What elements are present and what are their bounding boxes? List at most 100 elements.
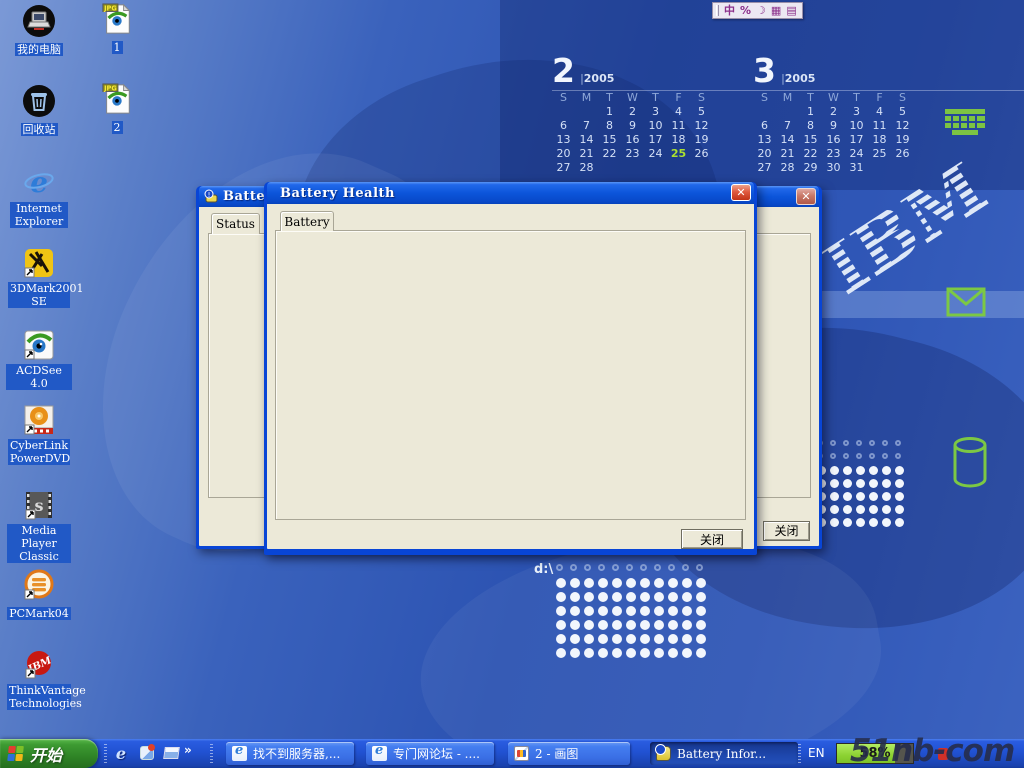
wallpaper-dot [584, 592, 594, 602]
taskbar-button-label: 找不到服务器,... [253, 745, 340, 762]
calendar-day: 21 [575, 146, 598, 160]
wallpaper-dot [654, 634, 664, 644]
calendar-day: 17 [845, 132, 868, 146]
ime-width-icon[interactable]: % [740, 3, 751, 18]
wallpaper-dot [895, 492, 904, 501]
calendar-day: 20 [753, 146, 776, 160]
quicklaunch-chevron-icon[interactable]: » [184, 743, 192, 757]
desktop-icon-label: CyberLink PowerDVD [8, 439, 70, 465]
desktop-icon-powerdvd[interactable]: CyberLink PowerDVD [6, 403, 72, 466]
desktop-icon-thinkvantage[interactable]: IBM ThinkVantage Technologies [6, 648, 72, 711]
calendar-year: 2005 [584, 72, 615, 85]
calendar-day: 23 [621, 146, 644, 160]
wallpaper-dot [598, 634, 608, 644]
calendar-day: 2 [822, 104, 845, 118]
battery-icon [656, 746, 671, 761]
ie-shortcut-icon[interactable] [138, 744, 156, 762]
svg-text:JPG: JPG [103, 85, 117, 93]
wallpaper-dot [668, 620, 678, 630]
language-indicator[interactable]: EN [808, 746, 825, 760]
start-button[interactable]: 开始 [0, 739, 98, 768]
close-icon[interactable]: ✕ [731, 184, 751, 201]
battery-health-titlebar[interactable]: Battery Health ✕ [267, 182, 754, 204]
desktop-file-1[interactable]: JPG 1 [94, 2, 140, 55]
wallpaper-dot [668, 578, 678, 588]
close-button[interactable]: 关闭 [763, 521, 810, 541]
calendar-day: 9 [621, 118, 644, 132]
powerdvd-icon [22, 403, 56, 437]
calendar-day: 18 [868, 132, 891, 146]
desktop-icon-3dmark2001[interactable]: 3DMark2001 SE [6, 246, 72, 309]
tab-status[interactable]: Status [211, 213, 260, 234]
wallpaper-dot [895, 518, 904, 527]
wallpaper-dot [882, 505, 891, 514]
wallpaper-dot [626, 578, 636, 588]
calendar-day [776, 104, 799, 118]
calendar-grid: SMTWTFS123456789101112131415161718192021… [753, 90, 925, 174]
wallpaper-dot [682, 564, 689, 571]
taskbar-button-1[interactable]: 找不到服务器,... [226, 742, 354, 765]
tab-battery[interactable]: Battery [280, 211, 334, 231]
desktop-icon-my-computer[interactable]: 我的电脑 [6, 4, 72, 57]
ime-chinese-mode-icon[interactable]: 中 [724, 3, 735, 18]
calendar-grid: SMTWTFS123456789101112131415161718192021… [552, 90, 724, 174]
calendar-day: 23 [822, 146, 845, 160]
desktop-icon-pcmark04[interactable]: PCMark04 [6, 568, 72, 621]
ime-punctuation-icon[interactable]: ☽ [756, 3, 766, 18]
my-computer-icon [22, 4, 56, 38]
wallpaper-dot [882, 440, 888, 446]
calendar-weekday: T [644, 90, 667, 104]
taskbar-button-3[interactable]: 2 - 画图 [508, 742, 630, 765]
desktop-icon-internet-explorer[interactable]: e Internet Explorer [6, 166, 72, 229]
ie-quicklaunch-icon[interactable]: e [112, 744, 130, 762]
wallpaper-dot [556, 634, 566, 644]
wallpaper-dot [830, 492, 839, 501]
wallpaper-dot [598, 648, 608, 658]
wallpaper-dot [696, 634, 706, 644]
calendar-day [753, 104, 776, 118]
wallpaper-dot [556, 606, 566, 616]
battery-health-dialog: Battery Health ✕ Battery Battery Health … [264, 182, 757, 555]
wallpaper-dot [612, 634, 622, 644]
ime-softkeyboard-icon[interactable]: ▦ [771, 3, 781, 18]
wallpaper-dot [640, 578, 650, 588]
jpg-file-icon: JPG [101, 82, 133, 116]
wallpaper-dot [668, 592, 678, 602]
desktop-icon-media-player-classic[interactable]: s Media Player Classic [6, 488, 72, 564]
wallpaper-dot [668, 648, 678, 658]
calendar-day: 12 [690, 118, 713, 132]
taskbar-button-label: 2 - 画图 [535, 745, 578, 762]
calendar-day: 28 [575, 160, 598, 174]
dots-grid-bottom [556, 564, 710, 662]
wallpaper-dot [869, 453, 875, 459]
taskbar-button-4[interactable]: Battery Infor... [650, 742, 798, 765]
taskbar-button-2[interactable]: 专门网论坛 - .... [366, 742, 494, 765]
calendar-day: 10 [845, 118, 868, 132]
taskbar-button-label: 专门网论坛 - .... [393, 745, 480, 762]
desktop-icon-recycle-bin[interactable]: 回收站 [6, 84, 72, 137]
wallpaper-dot [654, 592, 664, 602]
calendar-day: 20 [552, 146, 575, 160]
wallpaper-dot [556, 564, 563, 571]
calendar-day: 31 [845, 160, 868, 174]
mpc-icon: s [22, 488, 56, 522]
wallpaper-dot [895, 479, 904, 488]
wallpaper-dot [869, 492, 878, 501]
close-button[interactable]: 关闭 [681, 529, 743, 549]
desktop-file-2[interactable]: JPG 2 [94, 82, 140, 135]
calendar-weekday: T [845, 90, 868, 104]
wallpaper-dot [882, 492, 891, 501]
calendar-weekday: S [753, 90, 776, 104]
wallpaper-dot [882, 466, 891, 475]
close-icon[interactable]: ✕ [796, 188, 816, 205]
wallpaper-dot [570, 606, 580, 616]
desktop-icon-label: PCMark04 [7, 607, 71, 620]
calendar-day: 4 [667, 104, 690, 118]
desktop-icon-acdsee[interactable]: ACDSee 4.0 [6, 328, 72, 391]
ime-grip[interactable] [716, 5, 719, 16]
show-desktop-icon[interactable] [162, 744, 180, 762]
wallpaper-dot [570, 634, 580, 644]
ime-menu-icon[interactable]: ▤ [786, 3, 796, 18]
ime-language-bar[interactable]: 中 % ☽ ▦ ▤ [712, 2, 803, 19]
wallpaper-dot [598, 578, 608, 588]
